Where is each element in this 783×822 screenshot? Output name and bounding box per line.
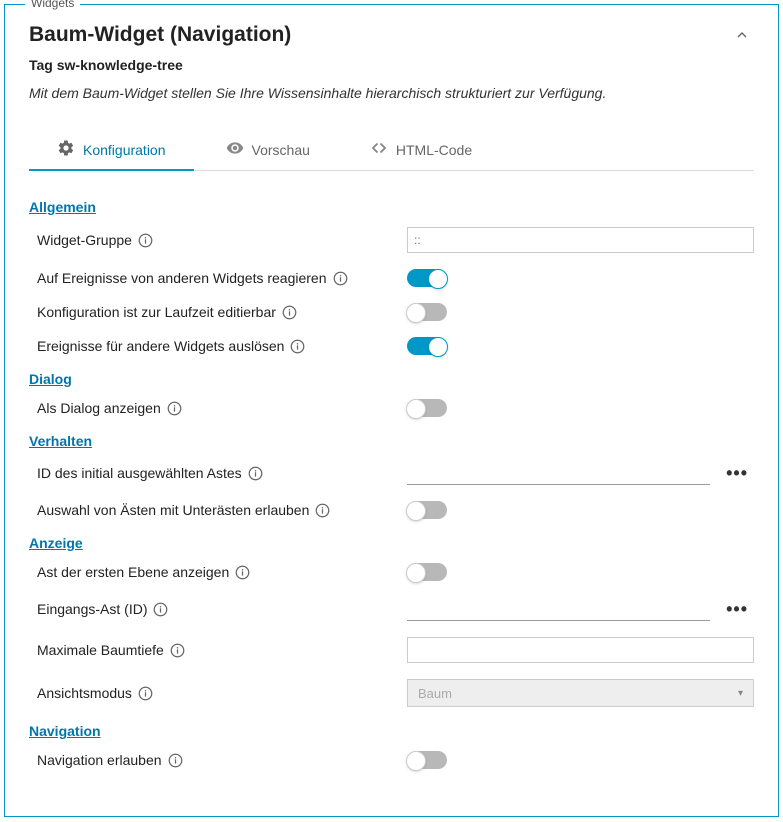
eye-icon (226, 139, 244, 160)
widget-card: Baum-Widget (Navigation) Tag sw-knowledg… (29, 23, 754, 769)
info-icon[interactable] (333, 271, 348, 286)
toggle-konfig-laufzeit[interactable] (407, 303, 447, 321)
max-baumtiefe-input[interactable] (407, 637, 754, 663)
info-icon[interactable] (282, 305, 297, 320)
info-icon[interactable] (168, 753, 183, 768)
toggle-als-dialog[interactable] (407, 399, 447, 417)
row-ereignisse-ausloesen: Ereignisse für andere Widgets auslösen (29, 337, 754, 355)
collapse-toggle[interactable] (730, 23, 754, 50)
eingangs-ast-input[interactable] (407, 597, 710, 621)
code-icon (370, 139, 388, 160)
row-max-baumtiefe: Maximale Baumtiefe (29, 637, 754, 663)
section-navigation[interactable]: Navigation (29, 723, 754, 739)
label-text: Widget-Gruppe (37, 232, 132, 248)
widget-title: Baum-Widget (Navigation) (29, 23, 291, 47)
tab-label: Vorschau (252, 142, 310, 158)
section-allgemein[interactable]: Allgemein (29, 199, 754, 215)
label-text: Ansichtsmodus (37, 685, 132, 701)
gear-icon (57, 139, 75, 160)
tab-label: Konfiguration (83, 142, 166, 158)
row-nav-erlauben: Navigation erlauben (29, 751, 754, 769)
info-icon[interactable] (235, 565, 250, 580)
section-anzeige[interactable]: Anzeige (29, 535, 754, 551)
chevron-down-icon: ▾ (738, 688, 743, 699)
row-ast-erste-ebene: Ast der ersten Ebene anzeigen (29, 563, 754, 581)
row-eingangs-ast: Eingangs-Ast (ID) ••• (29, 597, 754, 621)
select-value: Baum (418, 686, 452, 701)
section-dialog[interactable]: Dialog (29, 371, 754, 387)
row-ansichtsmodus: Ansichtsmodus Baum ▾ (29, 679, 754, 707)
info-icon[interactable] (153, 602, 168, 617)
ansichtsmodus-select[interactable]: Baum ▾ (407, 679, 754, 707)
tab-konfiguration[interactable]: Konfiguration (29, 129, 194, 170)
widget-subtitle: Tag sw-knowledge-tree (29, 57, 754, 73)
tabs: Konfiguration Vorschau HTML-Code (29, 129, 754, 171)
toggle-ereignisse-ausloesen[interactable] (407, 337, 447, 355)
label-text: Maximale Baumtiefe (37, 642, 164, 658)
info-icon[interactable] (170, 643, 185, 658)
label-text: Auswahl von Ästen mit Unterästen erlaube… (37, 502, 309, 518)
more-button[interactable]: ••• (720, 599, 754, 620)
tab-label: HTML-Code (396, 142, 472, 158)
info-icon[interactable] (138, 686, 153, 701)
label-text: ID des initial ausgewählten Astes (37, 465, 242, 481)
toggle-nav-erlauben[interactable] (407, 751, 447, 769)
card-header: Baum-Widget (Navigation) Tag sw-knowledg… (29, 23, 754, 129)
info-icon[interactable] (167, 401, 182, 416)
section-verhalten[interactable]: Verhalten (29, 433, 754, 449)
label-text: Auf Ereignisse von anderen Widgets reagi… (37, 270, 327, 286)
toggle-ast-erste-ebene[interactable] (407, 563, 447, 581)
label-text: Eingangs-Ast (ID) (37, 601, 147, 617)
row-id-initial: ID des initial ausgewählten Astes ••• (29, 461, 754, 485)
widgets-fieldset: Widgets Baum-Widget (Navigation) Tag sw-… (4, 4, 779, 817)
label-text: Ast der ersten Ebene anzeigen (37, 564, 229, 580)
more-button[interactable]: ••• (720, 463, 754, 484)
id-initial-input[interactable] (407, 461, 710, 485)
row-auf-ereignisse: Auf Ereignisse von anderen Widgets reagi… (29, 269, 754, 287)
widget-description: Mit dem Baum-Widget stellen Sie Ihre Wis… (29, 85, 754, 101)
label-text: Konfiguration ist zur Laufzeit editierba… (37, 304, 276, 320)
info-icon[interactable] (315, 503, 330, 518)
label-text: Als Dialog anzeigen (37, 400, 161, 416)
widget-gruppe-input[interactable] (407, 227, 754, 253)
fieldset-legend: Widgets (25, 0, 80, 10)
row-widget-gruppe: Widget-Gruppe (29, 227, 754, 253)
tab-content-config: Allgemein Widget-Gruppe Auf Ereignisse v… (29, 171, 754, 769)
row-auswahl-aeste: Auswahl von Ästen mit Unterästen erlaube… (29, 501, 754, 519)
row-als-dialog: Als Dialog anzeigen (29, 399, 754, 417)
info-icon[interactable] (248, 466, 263, 481)
toggle-auswahl-aeste[interactable] (407, 501, 447, 519)
info-icon[interactable] (290, 339, 305, 354)
label-text: Navigation erlauben (37, 752, 162, 768)
tab-html-code[interactable]: HTML-Code (342, 129, 500, 170)
info-icon[interactable] (138, 233, 153, 248)
row-konfig-laufzeit: Konfiguration ist zur Laufzeit editierba… (29, 303, 754, 321)
label-text: Ereignisse für andere Widgets auslösen (37, 338, 284, 354)
toggle-auf-ereignisse[interactable] (407, 269, 447, 287)
tab-vorschau[interactable]: Vorschau (198, 129, 338, 170)
